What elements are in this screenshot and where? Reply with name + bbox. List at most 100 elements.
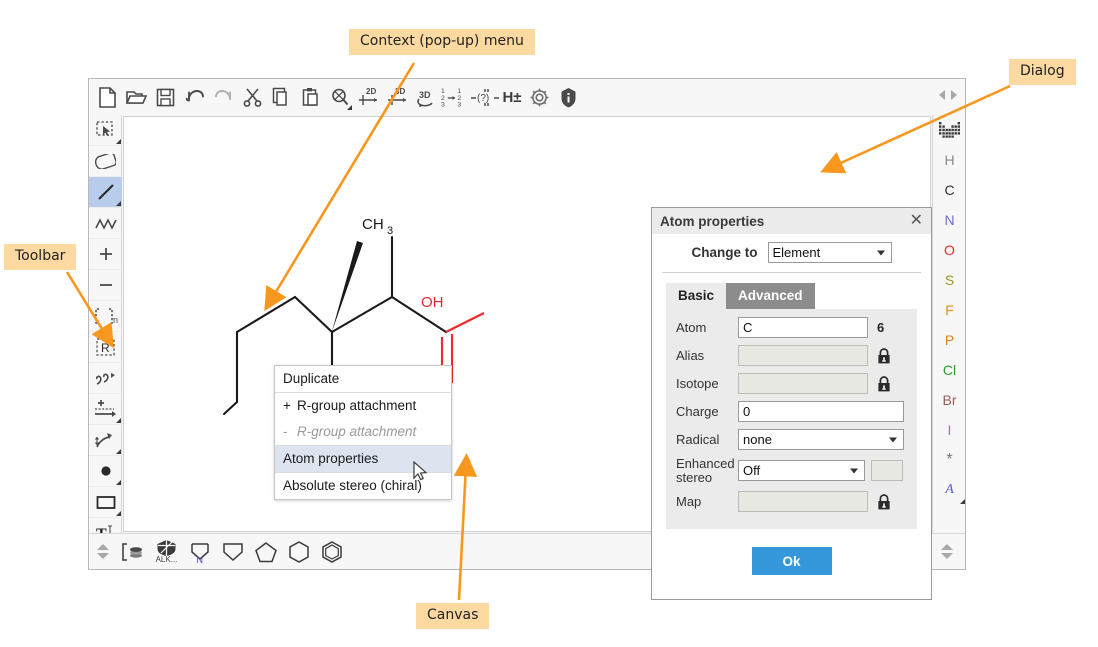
element-button-o[interactable]: O [933, 235, 966, 265]
svg-text:2D: 2D [366, 87, 376, 96]
menu-item-sign: + [283, 398, 297, 413]
rectangle-select-tool[interactable] [89, 115, 122, 146]
increase-charge-tool[interactable] [89, 239, 122, 270]
element-button-cl[interactable]: Cl [933, 355, 966, 385]
single-bond-tool[interactable] [89, 177, 122, 208]
scroll-up-icon[interactable] [97, 544, 109, 550]
cyclopentane-template[interactable] [216, 536, 249, 568]
chain-tool[interactable] [89, 208, 122, 239]
field-value: 0 [743, 404, 750, 419]
clean-2d-icon[interactable]: 2D [354, 82, 383, 112]
settings-gear-icon[interactable] [525, 82, 554, 112]
scroll-left-icon[interactable] [939, 90, 945, 100]
cyclohexane-template[interactable] [282, 536, 315, 568]
copy-icon[interactable] [267, 82, 296, 112]
element-button-s[interactable]: S [933, 265, 966, 295]
input-charge[interactable]: 0 [738, 401, 904, 422]
select-radical[interactable]: none [738, 429, 904, 450]
menu-item-duplicate[interactable]: Duplicate [275, 366, 451, 392]
svg-text:3D: 3D [395, 87, 405, 96]
hydrogen-icon[interactable]: H± [499, 82, 525, 112]
reaction-arrow-tool[interactable] [89, 363, 122, 394]
element-button-i[interactable]: I [933, 415, 966, 445]
right-toolbar: HCNOSFPClBrI* A [932, 115, 965, 533]
field-label-map: Map [676, 495, 738, 509]
close-icon[interactable]: ✕ [910, 212, 923, 228]
element-symbol: A [945, 482, 954, 498]
numbering-icon[interactable]: 123123 [441, 82, 470, 112]
query-icon[interactable]: (?) [470, 82, 499, 112]
circle-shape-tool[interactable] [89, 456, 122, 487]
tab-basic[interactable]: Basic [666, 283, 726, 309]
element-button-a[interactable]: A [933, 475, 966, 505]
input-map [738, 491, 868, 512]
paste-icon[interactable] [296, 82, 325, 112]
tab-advanced[interactable]: Advanced [726, 283, 815, 309]
alk-group-icon[interactable]: ALK... [150, 536, 183, 568]
field-value: C [743, 320, 752, 335]
cyclopentadiene-template[interactable] [249, 536, 282, 568]
input-atom[interactable]: C [738, 317, 868, 338]
scroll-down-icon[interactable] [97, 553, 109, 559]
annotation-canvas: Canvas [416, 603, 489, 629]
menu-item-label: R-group attachment [297, 398, 416, 413]
canvas-scroll-vertical[interactable] [933, 536, 961, 568]
submenu-corner-icon [116, 449, 121, 454]
zoom-icon[interactable] [325, 82, 354, 112]
dialog-title-bar: Atom properties ✕ [652, 208, 931, 234]
field-label-alias: Alias [676, 349, 738, 363]
menu-item-label: R-group attachment [297, 424, 416, 439]
new-file-icon[interactable] [93, 82, 122, 112]
field-row-enhanced-stereo: Enhanced stereoOff [676, 457, 907, 484]
ok-button[interactable]: Ok [752, 547, 832, 575]
about-info-icon[interactable] [554, 82, 583, 112]
rotate-3d-icon[interactable]: 3D [412, 82, 441, 112]
scroll-up-icon[interactable] [941, 544, 953, 550]
menu-item-r-group-attachment[interactable]: +R-group attachment [275, 393, 451, 419]
element-button-n[interactable]: N [933, 205, 966, 235]
element-button-star[interactable]: * [933, 445, 966, 475]
dialog-footer: Ok [652, 547, 931, 575]
reaction-plus-arrow-tool[interactable] [89, 394, 122, 425]
template-library-icon[interactable] [117, 536, 150, 568]
svg-text:OH: OH [421, 294, 444, 311]
clean-3d-icon[interactable]: 3D [383, 82, 412, 112]
reaction-mapping-tool[interactable] [89, 425, 122, 456]
dialog-field-panel: AtomC6AliasIsotopeCharge0RadicalnoneEnha… [666, 309, 917, 529]
decrease-charge-tool[interactable] [89, 270, 122, 301]
toolbar-scroll-controls[interactable] [939, 90, 957, 100]
field-row-radical: Radicalnone [676, 429, 907, 450]
eraser-tool[interactable] [89, 146, 122, 177]
element-button-f[interactable]: F [933, 295, 966, 325]
undo-icon[interactable] [180, 82, 209, 112]
chemical-editor-window: 2D 3D 3D 123123 (?) H± [88, 78, 966, 570]
mouse-cursor-icon [413, 461, 429, 483]
template-scroll-vertical[interactable] [89, 536, 117, 568]
submenu-corner-icon [116, 418, 121, 423]
open-file-icon[interactable] [122, 82, 151, 112]
scroll-right-icon[interactable] [951, 90, 957, 100]
element-symbol: S [945, 272, 954, 288]
dialog-tabs: BasicAdvanced [666, 283, 931, 309]
svg-text:n: n [113, 315, 118, 325]
field-row-alias: Alias [676, 345, 907, 366]
element-button-h[interactable]: H [933, 145, 966, 175]
save-file-icon[interactable] [151, 82, 180, 112]
benzene-template[interactable] [315, 536, 348, 568]
redo-icon[interactable] [209, 82, 238, 112]
cut-icon[interactable] [238, 82, 267, 112]
cyclopentadiene-n-template[interactable]: N [183, 536, 216, 568]
field-row-atom: AtomC6 [676, 317, 907, 338]
periodic-table-icon[interactable] [933, 115, 966, 145]
field-label-atom: Atom [676, 321, 738, 335]
select-enhanced-stereo[interactable]: Off [738, 460, 865, 481]
scroll-down-icon[interactable] [941, 553, 953, 559]
element-button-c[interactable]: C [933, 175, 966, 205]
rgroup-tool[interactable]: R [89, 332, 122, 363]
sgroup-bracket-tool[interactable]: n [89, 301, 122, 332]
alk-group-label: ALK... [156, 556, 178, 564]
rectangle-shape-tool[interactable] [89, 487, 122, 518]
change-to-select[interactable]: Element [768, 242, 892, 263]
element-button-p[interactable]: P [933, 325, 966, 355]
element-button-br[interactable]: Br [933, 385, 966, 415]
